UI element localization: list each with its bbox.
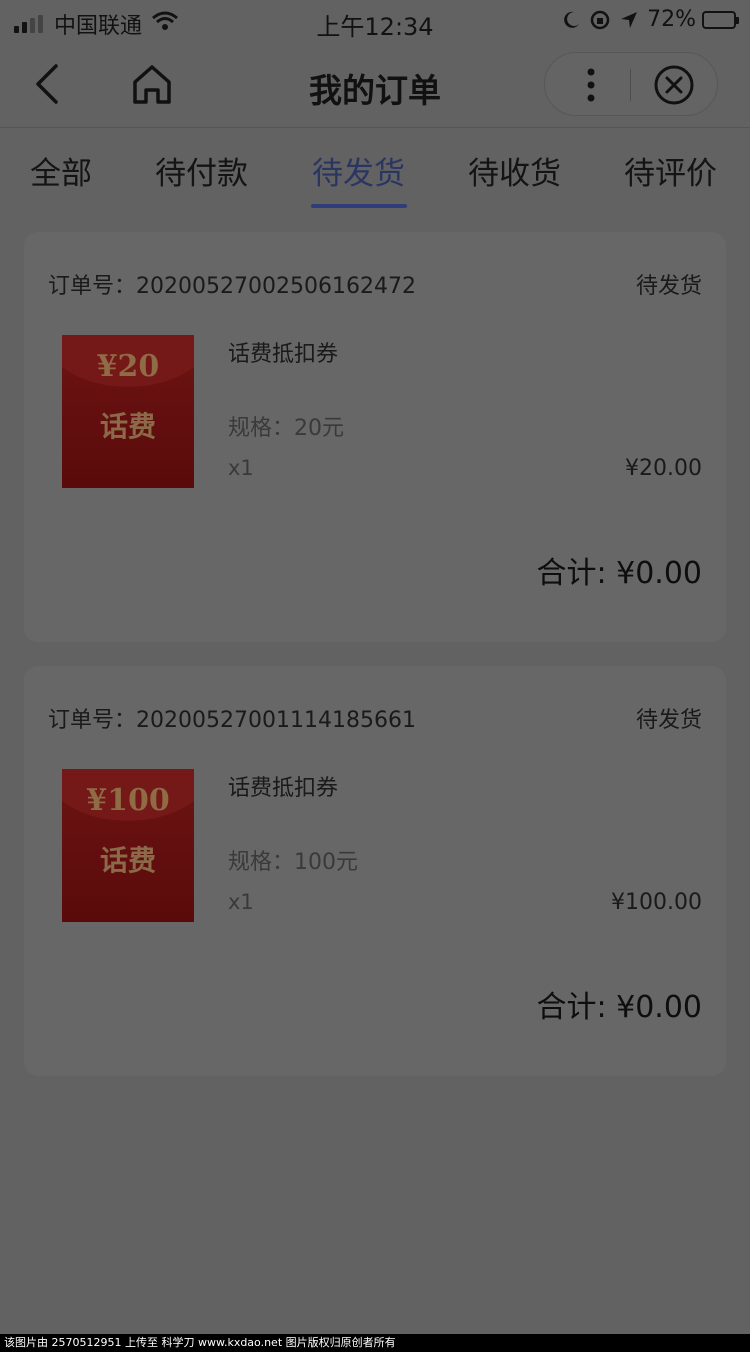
order-number: 订单号：20200527001114185661 bbox=[48, 702, 416, 734]
order-number-label: 订单号： bbox=[48, 274, 137, 299]
order-number: 订单号：20200527002506162472 bbox=[48, 268, 416, 300]
coupon-image: ¥100 话费 bbox=[62, 769, 194, 922]
product-price: ¥100.00 bbox=[611, 890, 702, 915]
capsule-divider bbox=[630, 69, 631, 101]
product-spec: 规格：100元 bbox=[228, 850, 358, 875]
watermark-bar: 该图片由 2570512951 上传至 科学刀 www.kxdao.net 图片… bbox=[0, 1334, 750, 1352]
coupon-label: 话费 bbox=[99, 410, 156, 443]
battery-icon bbox=[702, 10, 739, 29]
product-quantity: x1 bbox=[228, 456, 254, 480]
battery-percent: 72% bbox=[647, 7, 696, 32]
rotation-lock-icon bbox=[589, 9, 611, 31]
order-number-value: 20200527001114185661 bbox=[136, 708, 416, 733]
product-spec: 规格：20元 bbox=[228, 416, 344, 441]
order-number-value: 20200527002506162472 bbox=[136, 274, 416, 299]
tab-pending-shipment[interactable]: 待发货 bbox=[312, 148, 405, 193]
coupon-amount: ¥20 bbox=[96, 349, 160, 384]
order-card[interactable]: 订单号：20200527001114185661 待发货 ¥100 话费 话费抵… bbox=[24, 666, 726, 1076]
tab-all[interactable]: 全部 bbox=[30, 148, 92, 193]
product-name: 话费抵扣券 bbox=[228, 776, 339, 801]
tab-pending-receipt[interactable]: 待收货 bbox=[468, 148, 561, 193]
product-price: ¥20.00 bbox=[625, 456, 702, 481]
status-right: 72% bbox=[553, 7, 739, 32]
order-total: 合计: ¥0.00 bbox=[536, 990, 702, 1025]
moon-icon bbox=[561, 10, 581, 30]
more-button[interactable] bbox=[571, 65, 611, 105]
mini-program-capsule bbox=[544, 52, 718, 116]
nav-bar: 我的订单 bbox=[0, 44, 750, 128]
location-icon bbox=[619, 10, 639, 30]
order-card[interactable]: 订单号：20200527002506162472 待发货 ¥20 话费 话费抵扣… bbox=[24, 232, 726, 642]
order-tabs: 全部 待付款 待发货 待收货 待评价 bbox=[0, 130, 750, 226]
close-button[interactable] bbox=[653, 64, 695, 106]
active-tab-indicator bbox=[311, 204, 407, 208]
coupon-image: ¥20 话费 bbox=[62, 335, 194, 488]
product-quantity: x1 bbox=[228, 890, 254, 914]
order-total: 合计: ¥0.00 bbox=[536, 556, 702, 591]
tab-pending-payment[interactable]: 待付款 bbox=[155, 148, 248, 193]
coupon-label: 话费 bbox=[99, 844, 156, 877]
product-name: 话费抵扣券 bbox=[228, 342, 339, 367]
order-status: 待发货 bbox=[635, 708, 702, 733]
coupon-amount: ¥100 bbox=[86, 783, 170, 818]
status-bar: 中国联通 上午12:34 72% bbox=[0, 0, 750, 41]
tab-pending-review[interactable]: 待评价 bbox=[624, 148, 717, 193]
order-number-label: 订单号： bbox=[48, 708, 137, 733]
order-status: 待发货 bbox=[635, 274, 702, 299]
